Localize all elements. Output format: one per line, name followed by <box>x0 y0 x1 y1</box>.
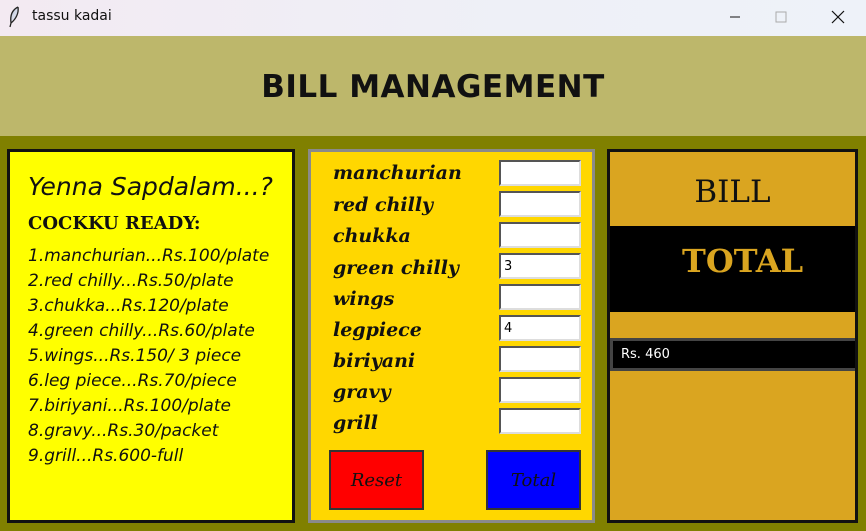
menu-list: 1.manchurian...Rs.100/plate 2.red chilly… <box>28 244 269 469</box>
item-label-red-chilly: red chilly <box>333 194 434 216</box>
window-title: tassu kadai <box>32 8 112 24</box>
reset-button[interactable]: Reset <box>329 450 424 510</box>
gravy-qty-input[interactable] <box>499 377 581 403</box>
menu-item: 4.green chilly...Rs.60/plate <box>28 321 255 341</box>
title-bar: tassu kadai <box>0 0 866 36</box>
manchurian-qty-input[interactable] <box>499 160 581 186</box>
minimize-icon[interactable] <box>712 0 758 34</box>
total-band: TOTAL <box>610 226 855 312</box>
menu-item: 1.manchurian...Rs.100/plate <box>28 246 270 266</box>
menu-subheading: COCKKU READY: <box>28 213 201 234</box>
item-label-green-chilly: green chilly <box>333 257 459 279</box>
header-banner: BILL MANAGEMENT <box>0 36 866 136</box>
grill-qty-input[interactable] <box>499 408 581 434</box>
item-label-legpiece: legpiece <box>333 319 422 341</box>
wings-qty-input[interactable] <box>499 284 581 310</box>
item-label-chukka: chukka <box>333 225 411 247</box>
maximize-icon[interactable] <box>758 0 804 34</box>
menu-item: 2.red chilly...Rs.50/plate <box>28 271 234 291</box>
page-title: BILL MANAGEMENT <box>261 69 605 105</box>
total-heading: TOTAL <box>682 242 804 280</box>
total-button[interactable]: Total <box>486 450 581 510</box>
feather-icon <box>9 6 19 28</box>
red-chilly-qty-input[interactable] <box>499 191 581 217</box>
menu-item: 8.gravy...Rs.30/packet <box>28 421 219 441</box>
menu-panel: Yenna Sapdalam...? COCKKU READY: 1.manch… <box>7 149 295 523</box>
item-label-manchurian: manchurian <box>333 162 462 184</box>
order-panel: manchurian red chilly chukka green chill… <box>308 149 595 523</box>
menu-item: 3.chukka...Rs.120/plate <box>28 296 229 316</box>
green-chilly-qty-input[interactable] <box>499 253 581 279</box>
biriyani-qty-input[interactable] <box>499 346 581 372</box>
menu-item: 9.grill...Rs.600-full <box>28 446 184 466</box>
item-label-gravy: gravy <box>333 381 391 403</box>
menu-item: 5.wings...Rs.150/ 3 piece <box>28 346 242 366</box>
menu-item: 6.leg piece...Rs.70/piece <box>28 371 237 391</box>
close-icon[interactable] <box>814 0 860 34</box>
total-amount-field[interactable] <box>610 338 855 371</box>
item-label-wings: wings <box>333 288 395 310</box>
menu-heading: Yenna Sapdalam...? <box>28 172 273 201</box>
chukka-qty-input[interactable] <box>499 222 581 248</box>
item-label-grill: grill <box>333 412 378 434</box>
bill-title: BILL <box>694 174 771 210</box>
legpiece-qty-input[interactable] <box>499 315 581 341</box>
bill-panel: BILL TOTAL <box>607 149 858 523</box>
item-label-biriyani: biriyani <box>333 350 416 372</box>
menu-item: 7.biriyani...Rs.100/plate <box>28 396 231 416</box>
